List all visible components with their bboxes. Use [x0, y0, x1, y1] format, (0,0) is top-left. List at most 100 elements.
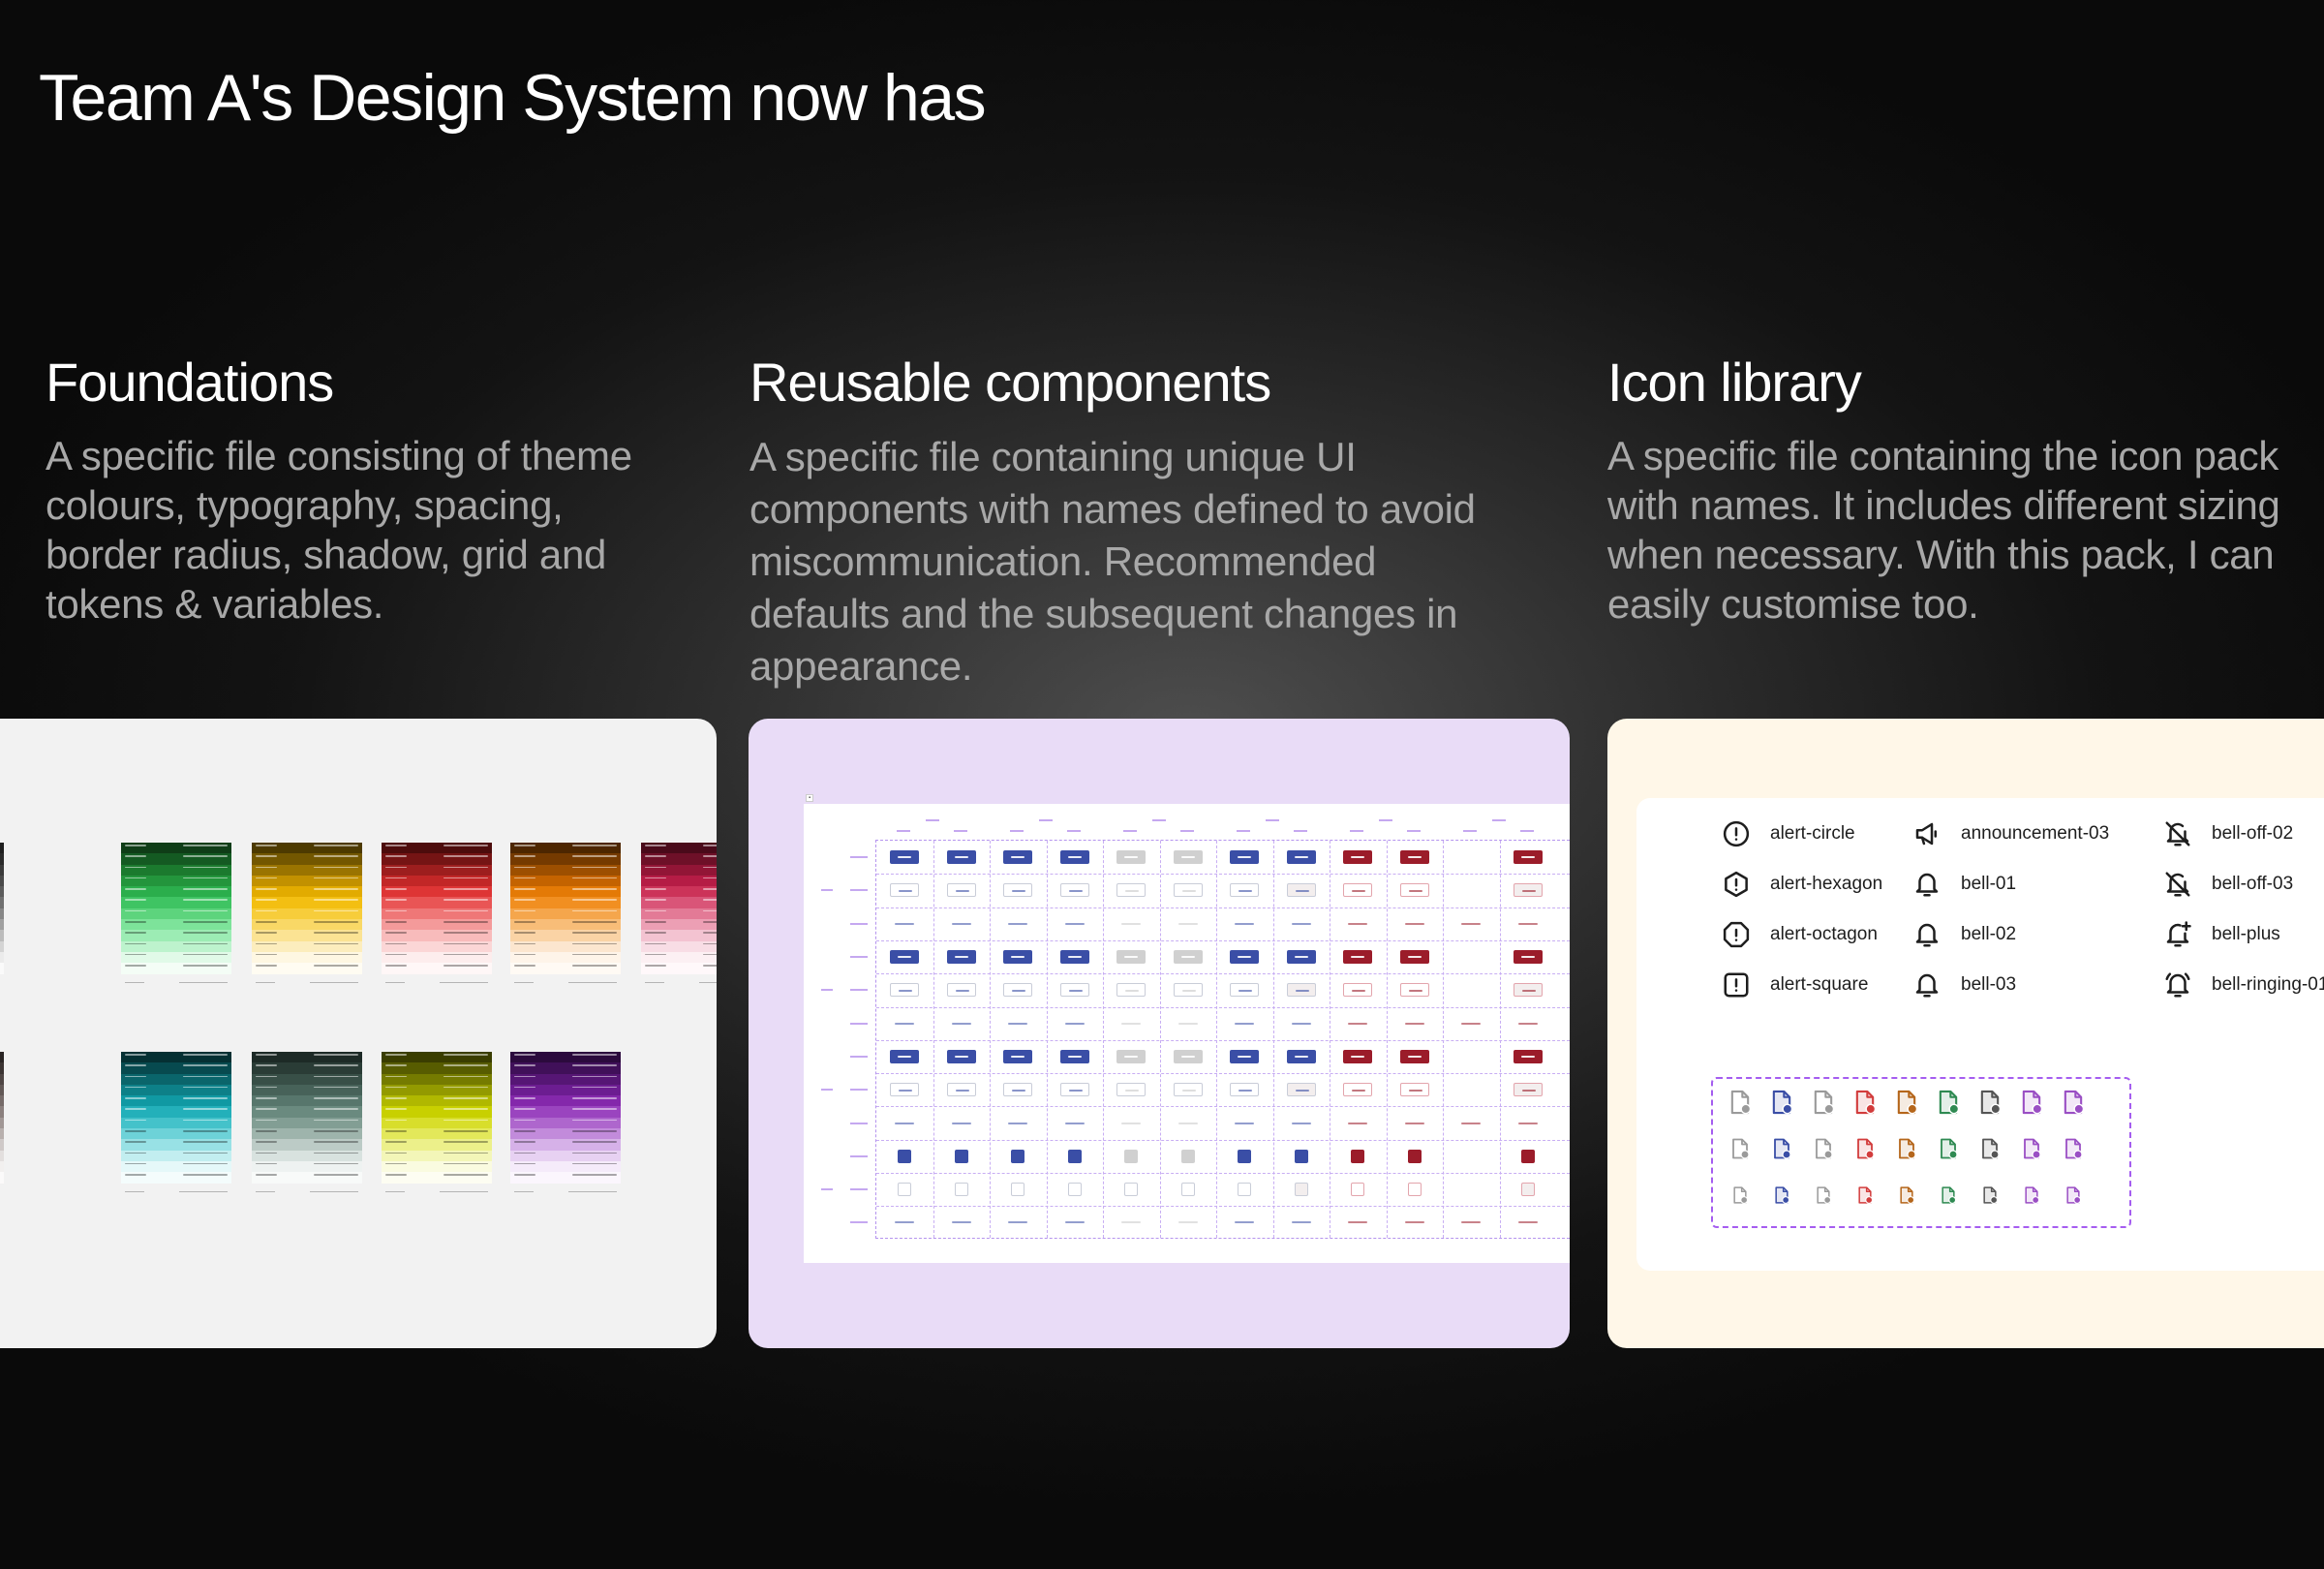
- icon-button[interactable]: [1180, 1149, 1195, 1163]
- label-button[interactable]: [1286, 950, 1316, 965]
- label-button[interactable]: [1230, 1083, 1260, 1097]
- label-button[interactable]: [1230, 950, 1260, 965]
- icon-entry[interactable]: bell-off-02: [2163, 818, 2293, 849]
- icon-button[interactable]: [1294, 1183, 1308, 1197]
- label-button[interactable]: [1230, 983, 1260, 998]
- label-button[interactable]: [1513, 950, 1543, 965]
- label-button[interactable]: [1399, 950, 1429, 965]
- icon-entry[interactable]: bell-off-03: [2163, 869, 2293, 900]
- text-button[interactable]: [1404, 1221, 1424, 1224]
- text-button[interactable]: [1064, 1122, 1085, 1124]
- icon-button[interactable]: [1407, 1183, 1422, 1197]
- text-button[interactable]: [1291, 1221, 1311, 1224]
- label-button[interactable]: [1059, 1049, 1089, 1063]
- label-button[interactable]: [1399, 983, 1429, 998]
- text-button[interactable]: [1348, 1022, 1368, 1025]
- icon-button[interactable]: [1011, 1183, 1025, 1197]
- icon-button[interactable]: [898, 1149, 912, 1163]
- label-button[interactable]: [1059, 983, 1089, 998]
- label-button[interactable]: [946, 1049, 976, 1063]
- text-button[interactable]: [1008, 1122, 1028, 1124]
- label-button[interactable]: [1286, 1049, 1316, 1063]
- label-button[interactable]: [1286, 850, 1316, 865]
- label-button[interactable]: [1513, 1049, 1543, 1063]
- text-button[interactable]: [1064, 1022, 1085, 1025]
- text-button[interactable]: [1404, 922, 1424, 925]
- text-button[interactable]: [1461, 1022, 1482, 1025]
- icon-button[interactable]: [1180, 1183, 1195, 1197]
- text-button[interactable]: [1177, 1122, 1198, 1124]
- label-button[interactable]: [1059, 850, 1089, 865]
- icon-entry[interactable]: bell-03: [1912, 969, 2016, 1000]
- label-button[interactable]: [1059, 883, 1089, 898]
- icon-button[interactable]: [1520, 1149, 1535, 1163]
- text-button[interactable]: [895, 922, 915, 925]
- icon-button[interactable]: [1351, 1149, 1365, 1163]
- text-button[interactable]: [1517, 1122, 1538, 1124]
- icon-entry[interactable]: bell-01: [1912, 869, 2016, 900]
- label-button[interactable]: [946, 883, 976, 898]
- icon-button[interactable]: [1520, 1183, 1535, 1197]
- icon-button[interactable]: [954, 1149, 968, 1163]
- text-button[interactable]: [1404, 1022, 1424, 1025]
- text-button[interactable]: [1404, 1122, 1424, 1124]
- label-button[interactable]: [946, 983, 976, 998]
- label-button[interactable]: [1173, 883, 1203, 898]
- label-button[interactable]: [1230, 1049, 1260, 1063]
- label-button[interactable]: [1399, 850, 1429, 865]
- label-button[interactable]: [1116, 950, 1147, 965]
- label-button[interactable]: [1116, 1083, 1147, 1097]
- label-button[interactable]: [1343, 1049, 1373, 1063]
- text-button[interactable]: [1177, 1022, 1198, 1025]
- label-button[interactable]: [1173, 950, 1203, 965]
- label-button[interactable]: [1173, 850, 1203, 865]
- icon-button[interactable]: [1067, 1149, 1082, 1163]
- label-button[interactable]: [1399, 1049, 1429, 1063]
- text-button[interactable]: [1121, 1022, 1142, 1025]
- text-button[interactable]: [951, 1022, 971, 1025]
- icon-button[interactable]: [1124, 1149, 1139, 1163]
- text-button[interactable]: [1121, 1221, 1142, 1224]
- label-button[interactable]: [1003, 1049, 1033, 1063]
- label-button[interactable]: [1173, 1049, 1203, 1063]
- text-button[interactable]: [1291, 1122, 1311, 1124]
- text-button[interactable]: [1177, 922, 1198, 925]
- text-button[interactable]: [1235, 1122, 1255, 1124]
- icon-entry[interactable]: announcement-03: [1912, 818, 2109, 849]
- text-button[interactable]: [951, 1221, 971, 1224]
- label-button[interactable]: [1513, 883, 1543, 898]
- label-button[interactable]: [1513, 850, 1543, 865]
- icon-entry[interactable]: alert-square: [1722, 969, 1868, 1000]
- label-button[interactable]: [1343, 950, 1373, 965]
- text-button[interactable]: [1121, 922, 1142, 925]
- label-button[interactable]: [1059, 950, 1089, 965]
- label-button[interactable]: [890, 850, 920, 865]
- label-button[interactable]: [890, 883, 920, 898]
- text-button[interactable]: [1517, 1022, 1538, 1025]
- icon-entry[interactable]: bell-plus: [2163, 919, 2280, 950]
- label-button[interactable]: [890, 983, 920, 998]
- label-button[interactable]: [1286, 883, 1316, 898]
- label-button[interactable]: [1003, 983, 1033, 998]
- label-button[interactable]: [1116, 1049, 1147, 1063]
- text-button[interactable]: [1348, 922, 1368, 925]
- text-button[interactable]: [1008, 922, 1028, 925]
- label-button[interactable]: [1003, 850, 1033, 865]
- text-button[interactable]: [1291, 922, 1311, 925]
- label-button[interactable]: [1399, 1083, 1429, 1097]
- icon-button[interactable]: [1351, 1183, 1365, 1197]
- text-button[interactable]: [1235, 922, 1255, 925]
- label-button[interactable]: [946, 1083, 976, 1097]
- text-button[interactable]: [1064, 1221, 1085, 1224]
- label-button[interactable]: [1399, 883, 1429, 898]
- icon-entry[interactable]: bell-02: [1912, 919, 2016, 950]
- label-button[interactable]: [946, 950, 976, 965]
- icon-button[interactable]: [1124, 1183, 1139, 1197]
- label-button[interactable]: [890, 1049, 920, 1063]
- label-button[interactable]: [1286, 983, 1316, 998]
- text-button[interactable]: [1348, 1221, 1368, 1224]
- label-button[interactable]: [1003, 950, 1033, 965]
- text-button[interactable]: [1461, 922, 1482, 925]
- label-button[interactable]: [1230, 883, 1260, 898]
- icon-entry[interactable]: alert-circle: [1722, 818, 1855, 849]
